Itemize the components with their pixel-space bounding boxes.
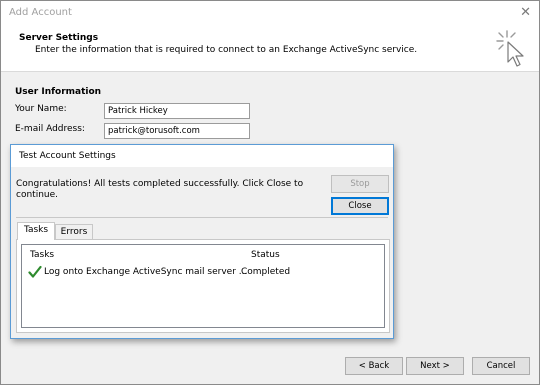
next-button[interactable]: Next > <box>406 357 464 375</box>
email-address-label: E-mail Address: <box>15 124 85 134</box>
close-button[interactable]: Close <box>331 197 389 215</box>
test-account-settings-dialog: Test Account Settings Congratulations! A… <box>10 144 394 339</box>
cursor-sparkle-icon <box>496 30 524 67</box>
dialog-titlebar: Test Account Settings <box>11 145 393 167</box>
your-name-input[interactable]: Patrick Hickey <box>104 103 250 119</box>
dialog-title: Test Account Settings <box>19 151 116 161</box>
header-title: Server Settings <box>19 33 99 43</box>
cancel-button[interactable]: Cancel <box>472 357 530 375</box>
column-header-tasks[interactable]: Tasks <box>30 250 54 260</box>
tab-tasks[interactable]: Tasks <box>17 222 55 240</box>
task-status: Completed <box>241 267 291 277</box>
wizard-header: Server Settings Enter the information th… <box>1 25 539 72</box>
stop-button[interactable]: Stop <box>331 175 389 193</box>
table-row[interactable]: Log onto Exchange ActiveSync mail server… <box>22 265 384 279</box>
tab-errors[interactable]: Errors <box>55 224 93 240</box>
tasks-tab-panel: Tasks Status Log onto Exchange ActiveSyn… <box>16 239 390 333</box>
window-titlebar: Add Account ✕ <box>1 1 539 25</box>
checkmark-icon <box>28 265 42 278</box>
dialog-message: Congratulations! All tests completed suc… <box>16 179 304 200</box>
column-header-status[interactable]: Status <box>251 250 280 260</box>
tasks-list[interactable]: Tasks Status Log onto Exchange ActiveSyn… <box>21 244 385 328</box>
window-title: Add Account <box>9 7 72 18</box>
your-name-label: Your Name: <box>15 104 67 114</box>
email-address-input[interactable]: patrick@torusoft.com <box>104 123 250 139</box>
dialog-separator <box>16 217 388 218</box>
back-button[interactable]: < Back <box>345 357 403 375</box>
window-close-icon[interactable]: ✕ <box>520 5 531 20</box>
wizard-button-bar: < Back Next > Cancel <box>1 349 539 384</box>
header-subtitle: Enter the information that is required t… <box>35 45 418 55</box>
user-information-heading: User Information <box>15 87 102 97</box>
task-name: Log onto Exchange ActiveSync mail server… <box>44 267 248 277</box>
add-account-window: Add Account ✕ Server Settings Enter the … <box>0 0 540 385</box>
